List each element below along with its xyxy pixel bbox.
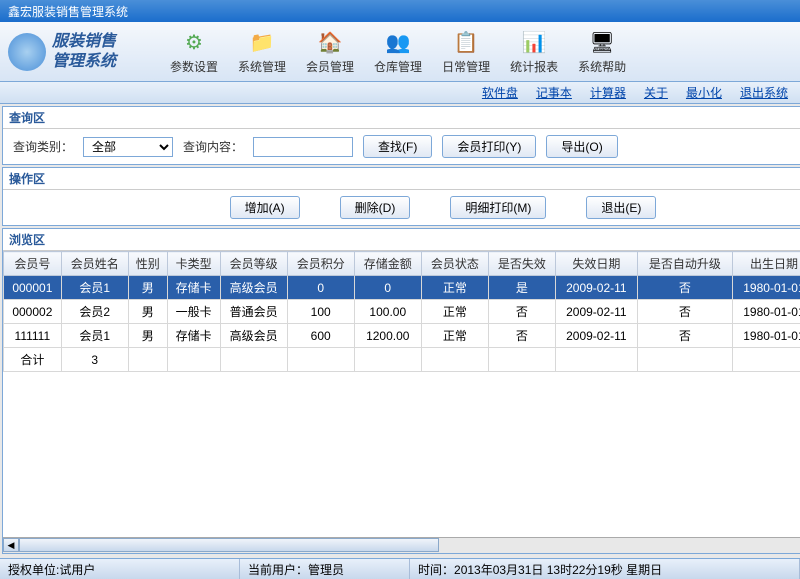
column-header[interactable]: 是否失效 [488,252,555,276]
link-软件盘[interactable]: 软件盘 [482,84,518,101]
delete-button[interactable]: 删除(D) [340,196,411,219]
data-table-wrap[interactable]: 会员号会员姓名性别卡类型会员等级会员积分存储金额会员状态是否失效失效日期是否自动… [3,251,800,537]
logo-text: 服装销售 管理系统 [52,32,116,70]
table-total-row: 合计3 [4,348,800,372]
table-row[interactable]: 000001会员1男存储卡高级会员00正常是2009-02-11否1980-01… [4,276,800,300]
toolbar-统计报表[interactable]: 统计报表 [500,24,568,79]
main-content: 查询区 查询类别： 全部 查询内容： 查找(F) 会员打印(Y) 导出(O) 操… [0,104,800,558]
column-header[interactable]: 是否自动升级 [637,252,732,276]
query-type-select[interactable]: 全部 [83,137,173,157]
status-user: 当前用户：管理员 [240,559,410,579]
toolbar-系统帮助[interactable]: 系统帮助 [568,24,636,79]
column-header[interactable]: 失效日期 [555,252,637,276]
column-header[interactable]: 存储金额 [354,252,421,276]
status-time: 时间：2013年03月31日 13时22分19秒 星期日 [410,559,800,579]
link-记事本[interactable]: 记事本 [536,84,572,101]
toolbar-系统管理[interactable]: 系统管理 [228,24,296,79]
link-最小化[interactable]: 最小化 [686,84,722,101]
query-content-input[interactable] [253,137,353,157]
link-关于[interactable]: 关于 [644,84,668,101]
link-bar: 软件盘 记事本 计算器 关于 最小化 退出系统 [0,82,800,104]
query-panel-title: 查询区 [3,107,800,129]
toolbar-仓库管理[interactable]: 仓库管理 [364,24,432,79]
column-header[interactable]: 会员状态 [421,252,488,276]
logo-area: 服装销售 管理系统 [0,32,160,70]
ico-chart [520,28,548,56]
ico-doc [452,28,480,56]
query-content-label: 查询内容： [183,138,243,155]
status-bar: 授权单位: 试用户 当前用户：管理员 时间：2013年03月31日 13时22分… [0,558,800,579]
window-titlebar: 鑫宏服装销售管理系统 [0,0,800,22]
horizontal-scrollbar[interactable]: ◀ ▶ [3,537,800,553]
ico-monitor [588,28,616,56]
column-header[interactable]: 会员等级 [220,252,287,276]
scroll-thumb[interactable] [19,538,439,552]
main-toolbar: 服装销售 管理系统 参数设置系统管理会员管理仓库管理日常管理统计报表系统帮助 [0,22,800,82]
data-table: 会员号会员姓名性别卡类型会员等级会员积分存储金额会员状态是否失效失效日期是否自动… [3,251,800,372]
query-type-label: 查询类别： [13,138,73,155]
ico-folder [248,28,276,56]
toolbar-参数设置[interactable]: 参数设置 [160,24,228,79]
toolbar-日常管理[interactable]: 日常管理 [432,24,500,79]
app-title: 鑫宏服装销售管理系统 [8,3,128,20]
browse-panel-title: 浏览区 [3,229,800,251]
column-header[interactable]: 会员积分 [287,252,354,276]
add-button[interactable]: 增加(A) [230,196,300,219]
link-计算器[interactable]: 计算器 [590,84,626,101]
exit-button[interactable]: 退出(E) [586,196,656,219]
status-auth: 授权单位: 试用户 [0,559,240,579]
column-header[interactable]: 性别 [128,252,167,276]
column-header[interactable]: 卡类型 [167,252,220,276]
column-header[interactable]: 会员号 [4,252,62,276]
browse-panel: 浏览区 会员号会员姓名性别卡类型会员等级会员积分存储金额会员状态是否失效失效日期… [2,228,800,554]
ico-house [316,28,344,56]
member-print-button[interactable]: 会员打印(Y) [442,135,536,158]
column-header[interactable]: 出生日期 [733,252,800,276]
ico-people [384,28,412,56]
toolbar-会员管理[interactable]: 会员管理 [296,24,364,79]
ops-panel-title: 操作区 [3,168,800,190]
ops-panel: 操作区 增加(A) 删除(D) 明细打印(M) 退出(E) [2,167,800,226]
column-header[interactable]: 会员姓名 [61,252,128,276]
logo-icon [8,33,46,71]
table-row[interactable]: 000002会员2男一般卡普通会员100100.00正常否2009-02-11否… [4,300,800,324]
query-panel: 查询区 查询类别： 全部 查询内容： 查找(F) 会员打印(Y) 导出(O) [2,106,800,165]
link-退出系统[interactable]: 退出系统 [740,84,788,101]
find-button[interactable]: 查找(F) [363,135,432,158]
scroll-left-icon[interactable]: ◀ [3,538,19,552]
export-button[interactable]: 导出(O) [546,135,617,158]
table-row[interactable]: 111111会员1男存储卡高级会员6001200.00正常否2009-02-11… [4,324,800,348]
ico-gear [180,28,208,56]
detail-print-button[interactable]: 明细打印(M) [450,196,546,219]
